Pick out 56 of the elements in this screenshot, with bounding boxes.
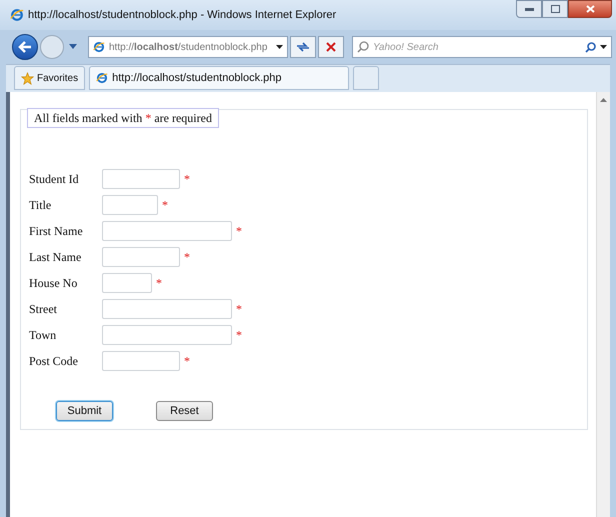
field-label: Town xyxy=(29,327,58,344)
maximize-button[interactable] xyxy=(542,0,568,18)
stop-button[interactable] xyxy=(318,36,344,58)
browser-logo-icon xyxy=(10,8,24,22)
back-arrow-icon xyxy=(18,41,32,53)
star-icon xyxy=(21,72,34,84)
favorites-button[interactable]: Favorites xyxy=(14,66,86,90)
text-field[interactable] xyxy=(102,169,180,189)
close-icon xyxy=(586,5,594,13)
required-asterisk: * xyxy=(162,197,168,214)
text-field[interactable] xyxy=(102,247,180,267)
field-label: House No xyxy=(29,275,78,292)
search-field[interactable]: Yahoo! Search xyxy=(373,40,581,54)
field-label: First Name xyxy=(29,223,84,240)
dropdown-caret-icon[interactable] xyxy=(600,44,607,50)
text-field[interactable] xyxy=(102,195,158,215)
address-text: http://localhost/studentnoblock.php xyxy=(109,40,268,54)
form-legend: All fields marked with * are required xyxy=(27,108,219,128)
back-button[interactable] xyxy=(12,34,38,60)
text-field[interactable] xyxy=(102,273,152,293)
required-asterisk: * xyxy=(156,275,162,292)
stop-icon xyxy=(326,42,336,52)
required-asterisk: * xyxy=(236,327,242,344)
search-icon[interactable] xyxy=(585,42,596,52)
required-asterisk: * xyxy=(184,249,190,266)
search-icon xyxy=(357,41,369,53)
search-box[interactable]: Yahoo! Search xyxy=(352,36,612,58)
text-field[interactable] xyxy=(102,221,232,241)
refresh-arrows-icon xyxy=(296,41,310,53)
text-field[interactable] xyxy=(102,325,232,345)
required-asterisk: * xyxy=(236,301,242,318)
minimize-icon xyxy=(524,8,534,10)
form-button[interactable]: Reset xyxy=(156,401,213,421)
text-field[interactable] xyxy=(102,351,180,371)
window-title: http://localhost/studentnoblock.php - Windows Internet Explorer xyxy=(28,8,336,23)
field-label: Last Name xyxy=(29,249,82,266)
address-bar[interactable]: http://localhost/studentnoblock.php xyxy=(88,36,288,58)
field-label: Student Id xyxy=(29,171,80,188)
maximize-icon xyxy=(550,5,560,13)
text-field[interactable] xyxy=(102,299,232,319)
browser-logo-icon xyxy=(96,72,108,84)
refresh-button[interactable] xyxy=(290,36,316,58)
required-asterisk: * xyxy=(184,353,190,370)
field-label: Post Code xyxy=(29,353,80,370)
minimize-button[interactable] xyxy=(516,0,542,18)
form-button[interactable]: Submit xyxy=(56,401,113,421)
field-label: Street xyxy=(29,301,58,318)
field-label: Title xyxy=(29,197,52,214)
browser-logo-icon xyxy=(93,41,105,53)
close-button[interactable] xyxy=(568,0,612,18)
scrollbar[interactable] xyxy=(596,92,610,517)
scroll-up-icon[interactable] xyxy=(600,98,607,102)
required-asterisk: * xyxy=(236,223,242,240)
required-asterisk: * xyxy=(184,171,190,188)
browser-tab[interactable]: http://localhost/studentnoblock.php xyxy=(89,66,350,90)
dropdown-caret-icon[interactable] xyxy=(276,44,283,50)
